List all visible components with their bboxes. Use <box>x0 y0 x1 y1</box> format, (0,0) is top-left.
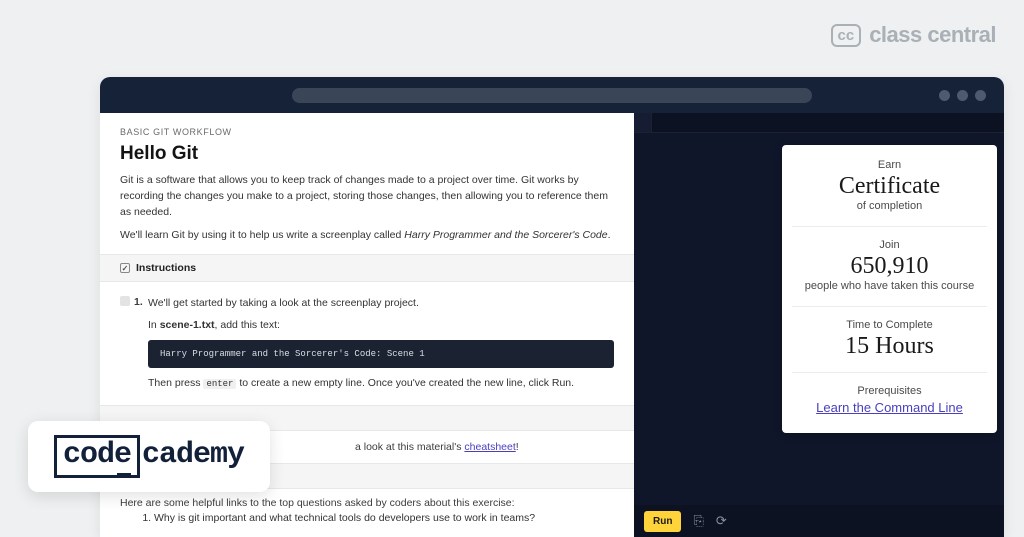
instruction-step: 1. We'll get started by taking a look at… <box>120 282 614 405</box>
editor-tabs <box>634 113 1004 133</box>
codecademy-logo-box: code <box>54 435 140 478</box>
run-button[interactable]: Run <box>644 511 681 532</box>
step-number: 1. <box>134 296 143 308</box>
lesson-title: Hello Git <box>120 143 614 165</box>
step-text: In scene-1.txt, add this text: <box>148 318 614 334</box>
editor-area[interactable]: Earn Certificate of completion Join 650,… <box>634 133 1004 505</box>
instructions-label: Instructions <box>136 262 196 274</box>
stat-label: Prerequisites <box>792 385 987 397</box>
step-checkbox[interactable] <box>120 296 130 306</box>
text: Then press <box>148 377 203 389</box>
editor-panel: Earn Certificate of completion Join 650,… <box>634 113 1004 537</box>
text: In <box>148 319 160 331</box>
url-bar[interactable] <box>292 88 812 103</box>
checkbox-icon: ✓ <box>120 263 130 273</box>
cc-badge: cc <box>831 24 862 47</box>
lesson-paragraph: We'll learn Git by using it to help us w… <box>120 228 614 244</box>
stat-label: Time to Complete <box>792 319 987 331</box>
lesson-eyebrow: BASIC GIT WORKFLOW <box>120 127 614 137</box>
instructions-header[interactable]: ✓ Instructions <box>100 254 634 282</box>
editor-tab[interactable] <box>634 113 652 132</box>
text: code <box>63 438 131 472</box>
stat-value: 650,910 <box>792 253 987 280</box>
codecademy-logo: code cademy <box>28 421 270 492</box>
text: ! <box>516 441 519 453</box>
code-block[interactable]: Harry Programmer and the Sorcerer's Code… <box>148 340 614 368</box>
terminal-toolbar: Run ⎘ ⟳ <box>634 505 1004 537</box>
window-dot[interactable] <box>939 90 950 101</box>
stat-sublabel: of completion <box>792 200 987 212</box>
copy-icon[interactable]: ⎘ <box>693 513 703 529</box>
window-controls <box>939 90 986 101</box>
text: a look at this material's <box>355 441 464 453</box>
screenplay-title: Harry Programmer and the Sorcerer's Code <box>404 229 607 241</box>
stat-value: 15 Hours <box>792 333 987 360</box>
cursor-icon <box>117 473 131 478</box>
stat-label: Join <box>792 239 987 251</box>
cheatsheet-link[interactable]: cheatsheet <box>464 441 515 453</box>
cc-wordmark: class central <box>869 22 996 48</box>
window-dot[interactable] <box>957 90 968 101</box>
prerequisite-link[interactable]: Learn the Command Line <box>816 400 963 415</box>
step-text: We'll get started by taking a look at th… <box>148 296 614 312</box>
stat-sublabel: people who have taken this course <box>792 280 987 292</box>
text: to create a new empty line. Once you've … <box>236 377 574 389</box>
window-dot[interactable] <box>975 90 986 101</box>
refresh-icon[interactable]: ⟳ <box>716 513 727 529</box>
class-central-logo: cc class central <box>831 22 997 48</box>
codecademy-logo-text: cademy <box>142 438 244 472</box>
text: . <box>608 229 611 241</box>
browser-chrome-bar <box>100 77 1004 113</box>
text: We'll learn Git by using it to help us w… <box>120 229 404 241</box>
keyboard-key: enter <box>203 379 236 389</box>
faq-item[interactable]: Why is git important and what technical … <box>154 512 614 524</box>
text: , add this text: <box>215 319 280 331</box>
course-stats-card: Earn Certificate of completion Join 650,… <box>782 145 997 433</box>
step-text: Then press enter to create a new empty l… <box>148 376 614 392</box>
lesson-paragraph: Git is a software that allows you to kee… <box>120 173 614 220</box>
faq-section: Here are some helpful links to the top q… <box>120 489 614 524</box>
stat-value: Certificate <box>792 173 987 200</box>
filename: scene-1.txt <box>160 319 215 331</box>
stat-label: Earn <box>792 159 987 171</box>
faq-intro: Here are some helpful links to the top q… <box>120 497 515 509</box>
